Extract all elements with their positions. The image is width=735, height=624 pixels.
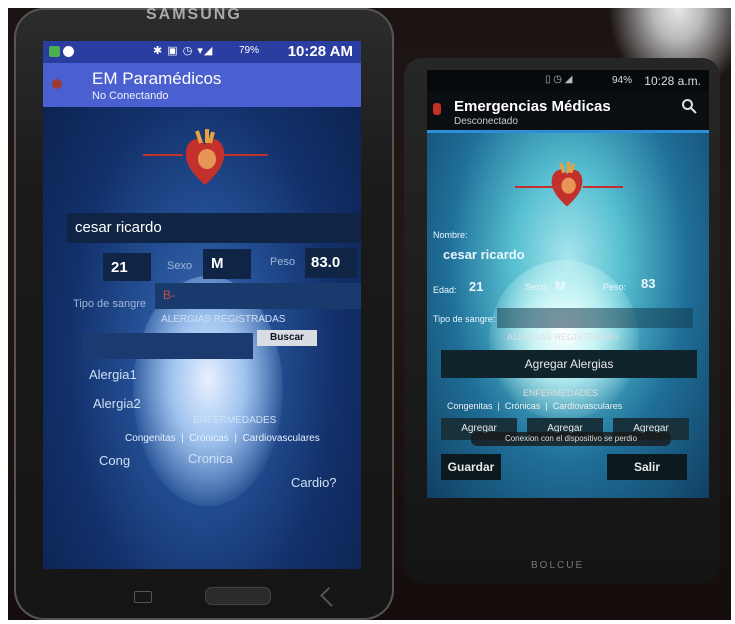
toast-message: Conexion con el dispositivo se perdio bbox=[471, 432, 671, 446]
ecg-line-left bbox=[143, 154, 183, 156]
search-icon[interactable] bbox=[681, 98, 697, 114]
weight-label: Peso bbox=[270, 256, 296, 268]
name-field[interactable]: cesar ricardo bbox=[67, 213, 361, 243]
blood-type-field[interactable] bbox=[497, 308, 693, 328]
age-field[interactable]: 21 bbox=[103, 253, 151, 281]
battery-level: 94% bbox=[612, 75, 633, 86]
disease-categories[interactable]: Congenitas | Crónicas | Cardiovasculares bbox=[447, 401, 622, 411]
save-button[interactable]: Guardar bbox=[441, 454, 501, 480]
lungs-background bbox=[133, 276, 283, 506]
battery-level: 79% bbox=[239, 45, 260, 56]
app-icon[interactable] bbox=[52, 79, 62, 89]
cardio-item[interactable]: Cardio? bbox=[291, 475, 337, 490]
allergies-caption: ALERGIAS REGISTRADAS bbox=[507, 332, 620, 342]
back-key[interactable] bbox=[320, 587, 340, 607]
status-bar: ▯ ◷ ◢ 94% 10:28 a.m. bbox=[427, 70, 709, 92]
phone-samsung: SAMSUNG ✱ ▣ ◷ ▾◢ 79% 10:28 AM EM Paraméd… bbox=[14, 8, 394, 620]
app-bar: Emergencias Médicas Desconectado bbox=[427, 92, 709, 133]
clock: 10:28 a.m. bbox=[644, 74, 701, 88]
ecg-line-right bbox=[583, 186, 623, 188]
name-value[interactable]: cesar ricardo bbox=[443, 247, 525, 262]
heart-icon bbox=[551, 161, 583, 207]
weight-value[interactable]: 83 bbox=[641, 276, 655, 291]
disease-categories[interactable]: Congenitas | Crónicas | Cardiovasculares bbox=[125, 433, 320, 444]
screen-em-paramedicos: ✱ ▣ ◷ ▾◢ 79% 10:28 AM EM Paramédicos No … bbox=[43, 41, 361, 569]
screen-emergencias-medicas: ▯ ◷ ◢ 94% 10:28 a.m. Emergencias Médicas… bbox=[427, 70, 709, 498]
phone-brand: BOLCUE bbox=[531, 560, 585, 571]
allergy-item-1[interactable]: Alergia1 bbox=[89, 367, 137, 382]
blood-type-field[interactable]: B- bbox=[155, 283, 361, 309]
app-bar: EM Paramédicos No Conectando bbox=[43, 63, 361, 107]
diseases-caption: ENFERMEDADES bbox=[523, 388, 599, 398]
sex-label: Sexo bbox=[167, 260, 193, 272]
age-label: Edad: bbox=[433, 285, 457, 295]
phone-second: ▯ ◷ ◢ 94% 10:28 a.m. Emergencias Médicas… bbox=[404, 58, 720, 583]
search-button[interactable]: Buscar bbox=[257, 330, 317, 346]
diseases-caption: ENFERMEDADES bbox=[193, 415, 277, 426]
status-icons: ▯ ◷ ◢ bbox=[545, 74, 573, 85]
add-allergies-button[interactable]: Agregar Alergias bbox=[441, 350, 697, 378]
heart-icon bbox=[185, 129, 225, 185]
sex-value[interactable]: M bbox=[555, 278, 566, 293]
exit-button[interactable]: Salir bbox=[607, 454, 687, 480]
sex-field[interactable]: M bbox=[203, 249, 251, 279]
name-label: Nombre: bbox=[433, 230, 468, 240]
notification-icon bbox=[49, 46, 60, 57]
status-bar: ✱ ▣ ◷ ▾◢ 79% 10:28 AM bbox=[43, 41, 361, 63]
allergy-item-2[interactable]: Alergia2 bbox=[93, 396, 141, 411]
app-icon[interactable] bbox=[433, 103, 441, 115]
connection-status: No Conectando bbox=[92, 90, 169, 102]
age-value[interactable]: 21 bbox=[469, 279, 483, 294]
weight-label: Peso: bbox=[603, 282, 627, 292]
allergy-search-input[interactable] bbox=[83, 333, 253, 359]
connection-status: Desconectado bbox=[454, 116, 518, 127]
allergies-caption: ALERGIAS REGISTRADAS bbox=[161, 314, 286, 325]
clock: 10:28 AM bbox=[287, 43, 353, 60]
weight-field[interactable]: 83.0 bbox=[305, 248, 357, 278]
blood-type-label: Tipo de sangre: bbox=[433, 314, 496, 324]
photo: SAMSUNG ✱ ▣ ◷ ▾◢ 79% 10:28 AM EM Paraméd… bbox=[8, 8, 731, 620]
recent-apps-key[interactable] bbox=[134, 591, 152, 603]
home-button[interactable] bbox=[206, 588, 270, 604]
ecg-line-right bbox=[223, 154, 268, 156]
chronic-item[interactable]: Cronica bbox=[188, 451, 233, 466]
sex-label: Sexo: bbox=[525, 282, 549, 292]
status-icons: ✱ ▣ ◷ ▾◢ bbox=[153, 45, 214, 57]
phone-brand: SAMSUNG bbox=[146, 8, 242, 23]
app-title: EM Paramédicos bbox=[92, 69, 222, 88]
blood-type-label: Tipo de sangre bbox=[73, 298, 146, 310]
app-title: Emergencias Médicas bbox=[454, 98, 611, 115]
congenital-item[interactable]: Cong bbox=[99, 453, 130, 468]
chat-icon bbox=[63, 46, 74, 57]
